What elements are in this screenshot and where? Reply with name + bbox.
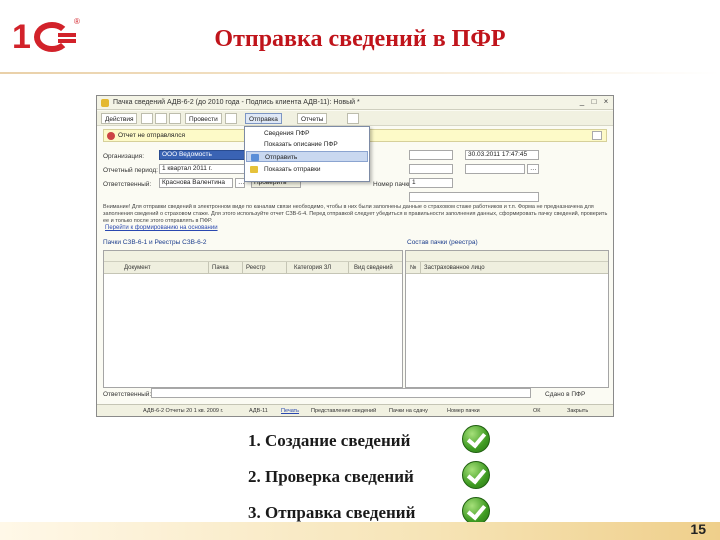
close-button[interactable]: Закрыть <box>567 407 588 416</box>
register-field[interactable] <box>409 150 453 160</box>
status-doc: АДВ-6-2 Отчеты 20 1 кв. 2009 г. <box>143 408 224 414</box>
responsible-field[interactable] <box>151 388 531 398</box>
delete-icon[interactable] <box>169 113 181 124</box>
check-icon <box>462 461 490 489</box>
conduct-button[interactable]: Провести <box>185 113 222 124</box>
toolbar: Действия Провести Отправка Отчеты <box>97 111 613 126</box>
column-document[interactable]: Документ <box>124 264 151 273</box>
menu-item-pfr-description[interactable]: Показать описание ПФР <box>246 139 368 150</box>
column-register[interactable]: Реестр <box>246 264 266 273</box>
send-menu-button[interactable]: Отправка <box>245 113 282 124</box>
right-pane-title: Состав пачки (реестра) <box>407 239 478 246</box>
refresh-icon[interactable] <box>225 113 237 124</box>
comment-field[interactable] <box>409 192 539 202</box>
period-field[interactable]: 1 квартал 2011 г. <box>159 164 245 174</box>
org-field[interactable]: ООО Ведомость <box>159 150 245 160</box>
person-field[interactable]: Краснова Валентина <box>159 178 233 188</box>
document-number-field[interactable] <box>465 164 525 174</box>
pack-content-table: № Застрахованное лицо <box>405 250 609 388</box>
steps-list: 1. Создание сведений 2. Проверка сведени… <box>248 424 492 532</box>
packs-header: Документ Пачка Реестр Категория ЗЛ Вид с… <box>104 262 402 274</box>
responsible-label: Ответственный: <box>103 391 152 398</box>
column-info-type[interactable]: Вид сведений <box>354 264 393 273</box>
footer-band <box>0 522 720 540</box>
actions-menu-button[interactable]: Действия <box>101 113 138 124</box>
ok-button[interactable]: ОК <box>533 407 540 416</box>
check-icon <box>462 497 490 525</box>
pack-content-toolbar <box>406 251 608 262</box>
status-bar: АДВ-6-2 Отчеты 20 1 кв. 2009 г. АДВ-11 П… <box>97 404 613 416</box>
number-label: Номер пачки: <box>373 181 414 188</box>
menu-item-pfr-info[interactable]: Сведения ПФР <box>246 128 368 139</box>
packs-table: Документ Пачка Реестр Категория ЗЛ Вид с… <box>103 250 403 388</box>
org-code-field[interactable] <box>409 164 453 174</box>
column-number[interactable]: № <box>410 264 416 273</box>
page-number: 15 <box>690 521 706 537</box>
warning-icon <box>107 132 115 140</box>
status-form[interactable]: АДВ-11 <box>249 407 268 416</box>
1c-logo: 1 ® <box>12 17 80 56</box>
period-label: Отчетный период: <box>103 167 158 174</box>
person-label: Ответственный: <box>103 181 152 188</box>
packs-toolbar <box>104 251 402 262</box>
slide-title: Отправка сведений в ПФР <box>214 26 506 52</box>
send-icon <box>251 154 259 161</box>
status-packs[interactable]: Пачки на сдачу <box>389 407 428 416</box>
step-create: 1. Создание сведений <box>248 424 492 460</box>
pack-content-header: № Застрахованное лицо <box>406 262 608 274</box>
close-icon[interactable]: × <box>601 97 611 107</box>
number-field[interactable]: 1 <box>409 178 453 188</box>
warning-text: Внимание! Для отправки сведений в электр… <box>103 204 608 224</box>
window-title-bar: Пачка сведений АДВ-6-2 (до 2010 года - П… <box>97 96 613 110</box>
document-icon <box>101 99 109 107</box>
create-based-link[interactable]: Перейти к формированию на основании <box>105 224 218 233</box>
help-icon[interactable] <box>347 113 359 124</box>
print-button[interactable]: Печать <box>281 407 299 416</box>
window-title: Пачка сведений АДВ-6-2 (до 2010 года - П… <box>113 99 360 106</box>
menu-item-send[interactable]: Отправить <box>246 151 368 162</box>
menu-item-show-sends[interactable]: Показать отправки <box>246 164 368 175</box>
select-icon[interactable]: … <box>527 164 539 174</box>
document-window: Пачка сведений АДВ-6-2 (до 2010 года - П… <box>96 95 614 417</box>
org-label: Организация: <box>103 153 145 160</box>
status-representation[interactable]: Представление сведений <box>311 407 376 416</box>
check-icon <box>462 425 490 453</box>
column-pack[interactable]: Пачка <box>212 264 229 273</box>
maximize-icon[interactable]: □ <box>589 97 599 107</box>
left-pane-title: Пачки СЗВ-6-1 и Реестры СЗВ-6-2 <box>103 239 207 246</box>
envelope-icon <box>250 166 258 173</box>
minimize-icon[interactable]: _ <box>577 97 587 107</box>
help-icon[interactable] <box>592 131 602 140</box>
column-insured-person[interactable]: Застрахованное лицо <box>424 264 485 273</box>
new-icon[interactable] <box>141 113 153 124</box>
sent-checkbox-label[interactable]: Сдано в ПФР <box>545 390 585 399</box>
step-verify: 2. Проверка сведений <box>248 460 492 496</box>
reports-menu-button[interactable]: Отчеты <box>297 113 328 124</box>
send-dropdown-menu: Сведения ПФР Показать описание ПФР Отпра… <box>244 126 370 182</box>
status-pack-number[interactable]: Номер пачки <box>447 407 480 416</box>
title-divider <box>0 72 720 74</box>
column-category[interactable]: Категория ЗЛ <box>294 264 331 273</box>
date-field[interactable]: 30.03.2011 17:47:45 <box>465 150 539 160</box>
copy-icon[interactable] <box>155 113 167 124</box>
